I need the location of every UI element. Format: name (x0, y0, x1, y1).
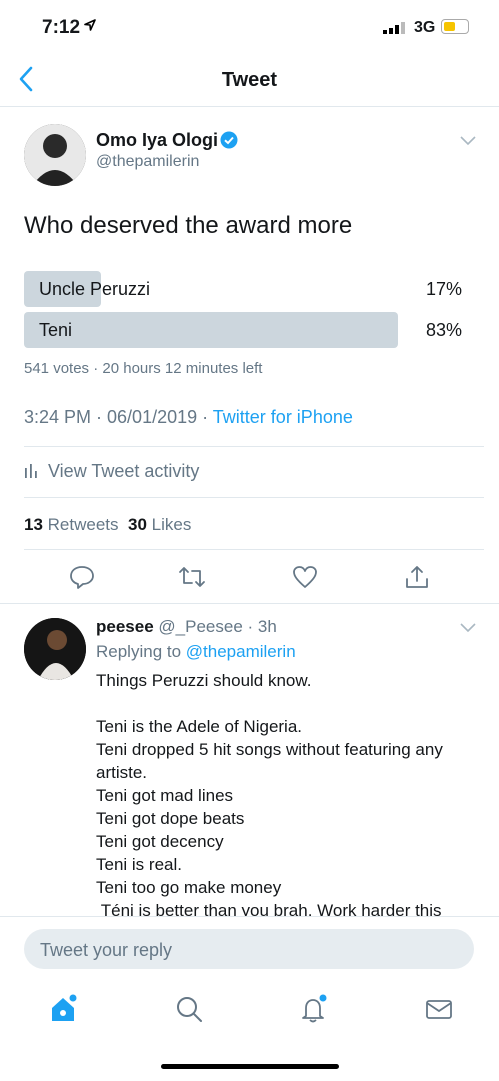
view-activity-label: View Tweet activity (48, 461, 200, 481)
reply-avatar[interactable] (24, 618, 86, 680)
reply-author-meta: @_Peesee · 3h (158, 617, 277, 636)
reply-icon[interactable] (69, 564, 95, 590)
divider (24, 446, 484, 447)
replying-to: Replying to @thepamilerin (96, 642, 296, 662)
chevron-down-icon[interactable] (460, 136, 476, 146)
reply-text: Things Peruzzi should know. Teni is the … (96, 671, 443, 920)
notifications-icon[interactable] (299, 994, 329, 1024)
share-icon[interactable] (404, 564, 430, 590)
poll-bar (24, 312, 398, 348)
replying-mention-link[interactable]: @thepamilerin (186, 642, 296, 661)
nav-bar: Tweet (0, 54, 499, 107)
retweet-icon[interactable] (178, 564, 206, 590)
view-activity-button[interactable]: View Tweet activity (24, 461, 199, 482)
like-icon[interactable] (292, 564, 318, 590)
retweets-stat[interactable]: 13 Retweets (24, 515, 119, 534)
tweet-stats: 13 Retweets 30 Likes (24, 515, 191, 535)
network-label: 3G (414, 19, 436, 36)
home-indicator (161, 1064, 339, 1069)
tweet-text: Who deserved the award more (24, 212, 353, 239)
location-arrow-icon (84, 19, 96, 31)
poll-option-percent: 17% (425, 279, 462, 299)
poll-option-label: Teni (39, 320, 73, 340)
poll-option-label: Uncle Peruzzi (39, 279, 151, 299)
retweets-label: Retweets (47, 515, 119, 534)
poll-meta: 541 votes · 20 hours 12 minutes left (24, 360, 263, 377)
divider (0, 603, 499, 604)
divider (24, 497, 484, 498)
verified-badge-icon (220, 131, 238, 149)
status-time: 7:12 (42, 17, 81, 38)
divider (24, 549, 484, 550)
reply-header: peesee @_Peesee · 3h (96, 617, 277, 637)
author-name[interactable]: Omo Iya Ologi (96, 130, 218, 151)
reply-avatar-image (24, 618, 86, 680)
home-icon[interactable] (48, 994, 78, 1024)
page-title: Tweet (221, 69, 278, 91)
avatar[interactable] (24, 124, 86, 186)
chevron-down-icon[interactable] (460, 623, 476, 633)
replying-prefix: Replying to (96, 642, 186, 661)
reply-author-name[interactable]: peesee (96, 617, 154, 636)
signal-icon (383, 22, 405, 34)
search-icon[interactable] (174, 994, 204, 1024)
avatar-image (24, 124, 86, 186)
tweet-source-link[interactable]: Twitter for iPhone (213, 407, 353, 427)
author-handle[interactable]: @thepamilerin (96, 153, 199, 171)
status-bar: 7:12 3G (0, 0, 499, 54)
likes-label: Likes (151, 515, 192, 534)
analytics-icon (25, 464, 37, 478)
poll-option: Uncle Peruzzi 17% (24, 271, 462, 307)
reply-input[interactable]: Tweet your reply (24, 929, 474, 969)
tweet-timestamp: 3:24 PM · 06/01/2019 · Twitter for iPhon… (24, 407, 353, 428)
likes-stat[interactable]: 30 Likes (128, 515, 191, 534)
messages-icon[interactable] (424, 994, 454, 1024)
poll-option: Teni 83% (24, 312, 462, 348)
reply-input-placeholder: Tweet your reply (40, 940, 173, 960)
timestamp-text: 3:24 PM · 06/01/2019 · (24, 407, 213, 427)
likes-count: 30 (127, 515, 147, 534)
battery-icon (441, 19, 469, 34)
retweets-count: 13 (24, 515, 43, 534)
poll-option-percent: 83% (425, 320, 462, 340)
